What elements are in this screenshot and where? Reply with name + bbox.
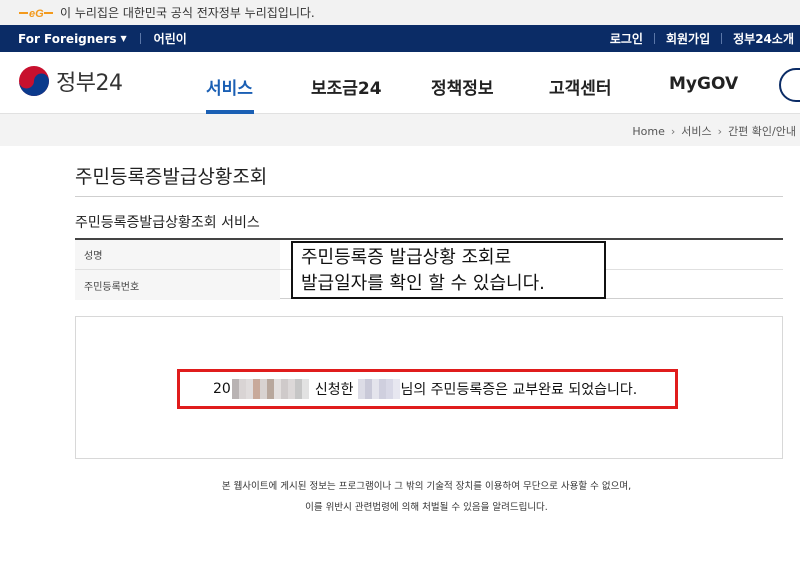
section-title: 주민등록증발급상황조회 서비스 [75, 215, 260, 231]
nav-mygov[interactable]: MyGOV [669, 74, 738, 94]
search-button[interactable] [779, 68, 800, 102]
for-foreigners-link[interactable]: For Foreigners [18, 32, 117, 46]
divider [653, 33, 655, 44]
redacted-date [231, 379, 309, 399]
breadcrumb-current[interactable]: 간편 확인/안내 [728, 123, 796, 139]
chevron-down-icon: ▼ [120, 34, 127, 43]
name-label: 성명 [75, 240, 280, 269]
nav-subsidy24[interactable]: 보조금24 [311, 74, 382, 99]
nav-policy-info[interactable]: 정책정보 [431, 74, 494, 99]
notice-line: 이를 위반시 관련법령에 의해 처벌될 수 있음을 알려드립니다. [305, 502, 548, 513]
annotation-callout: 주민등록증 발급상황 조회로 발급일자를 확인 할 수 있습니다. [291, 241, 606, 299]
breadcrumb: Home › 서비스 › 간편 확인/안내 [632, 123, 796, 139]
site-header: 정부24 서비스 보조금24 정책정보 고객센터 MyGOV [0, 52, 800, 114]
callout-line: 발급일자를 확인 할 수 있습니다. [301, 273, 545, 294]
divider [721, 33, 723, 44]
chevron-right-icon: › [670, 124, 676, 138]
breadcrumb-bar: Home › 서비스 › 간편 확인/안내 [0, 114, 800, 146]
breadcrumb-home[interactable]: Home [632, 125, 664, 138]
result-text-status: 님의 주민등록증은 교부완료 되었습니다. [400, 382, 638, 398]
divider [75, 196, 783, 197]
nav-customer-center[interactable]: 고객센터 [549, 74, 612, 99]
chevron-right-icon: › [717, 124, 723, 138]
svg-text:eG: eG [29, 8, 44, 20]
page-title: 주민등록증발급상황조회 [75, 166, 268, 188]
copyright-notice: 본 웹사이트에 게시된 정보는 프로그램이나 그 밖의 기술적 장치를 이용하여… [0, 476, 800, 518]
nav-services[interactable]: 서비스 [206, 74, 253, 99]
callout-line: 주민등록증 발급상황 조회로 [301, 247, 512, 268]
kids-link[interactable]: 어린이 [154, 30, 187, 47]
utility-bar: For Foreigners ▼ 어린이 로그인 회원가입 정부24소개 [0, 25, 800, 52]
gov-banner-text: 이 누리집은 대한민국 공식 전자정부 누리집입니다. [60, 6, 315, 20]
gov-banner: eG 이 누리집은 대한민국 공식 전자정부 누리집입니다. [0, 0, 800, 25]
egov-logo-icon: eG [19, 8, 53, 20]
login-link[interactable]: 로그인 [610, 30, 643, 47]
main-nav: 서비스 보조금24 정책정보 고객센터 MyGOV [0, 52, 800, 114]
signup-link[interactable]: 회원가입 [666, 30, 710, 47]
notice-line: 본 웹사이트에 게시된 정보는 프로그램이나 그 밖의 기술적 장치를 이용하여… [221, 481, 632, 492]
result-message: 20 신청한 님의 주민등록증은 교부완료 되었습니다. [213, 379, 637, 399]
about-link[interactable]: 정부24소개 [733, 30, 794, 47]
resident-number-label: 주민등록번호 [75, 270, 280, 300]
breadcrumb-services[interactable]: 서비스 [681, 123, 711, 139]
divider [139, 33, 141, 44]
result-date-prefix: 20 [213, 381, 231, 397]
redacted-name [358, 379, 401, 399]
result-text-applied: 신청한 [314, 382, 354, 398]
